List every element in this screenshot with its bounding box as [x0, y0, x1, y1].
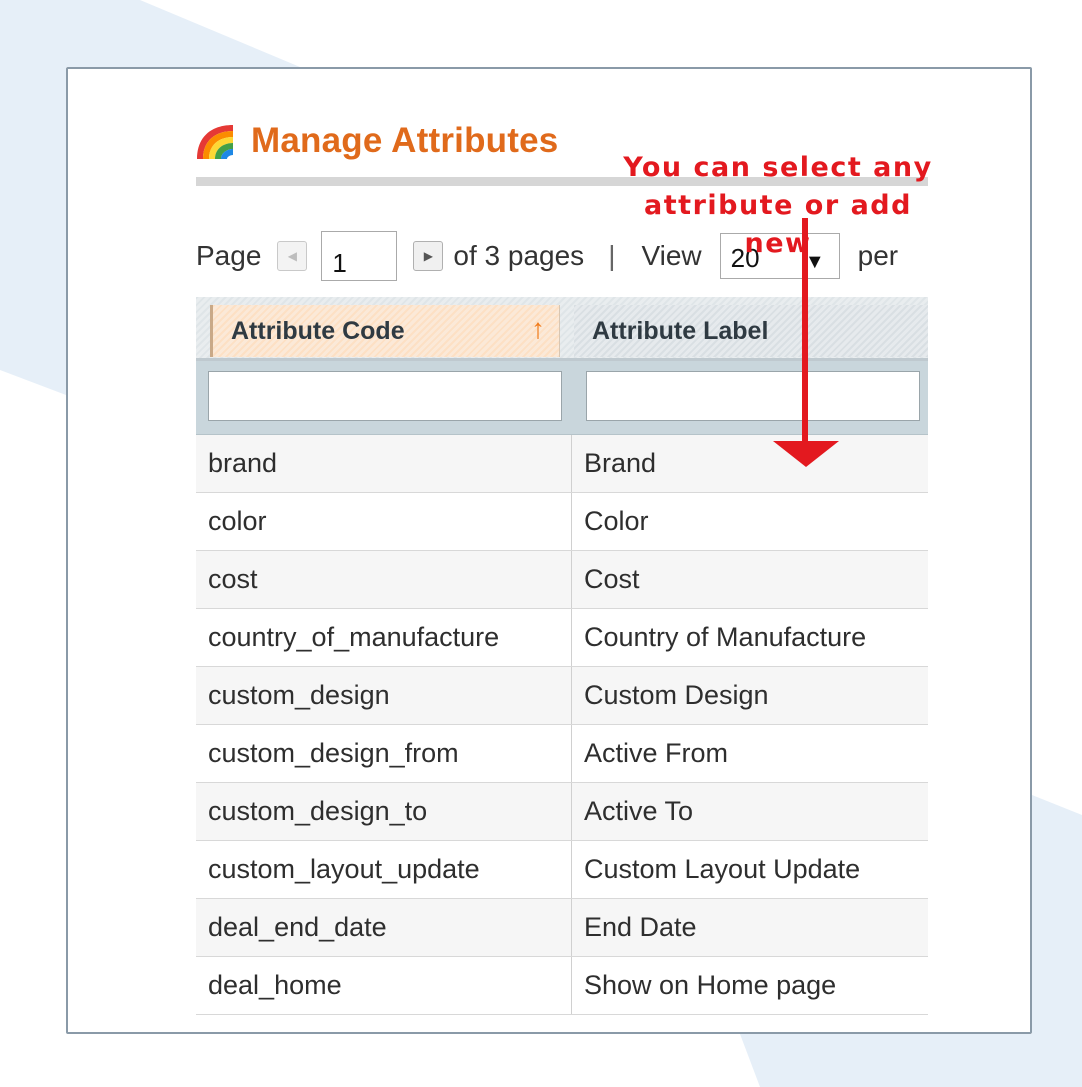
callout-arrow-line	[802, 218, 808, 453]
attribute-code-cell: custom_design	[196, 667, 572, 724]
attribute-label-cell: Show on Home page	[584, 970, 837, 1000]
column-header-attribute-label[interactable]: Attribute Label	[574, 305, 928, 357]
attribute-label-cell: End Date	[584, 912, 697, 942]
sort-ascending-icon: ↑	[531, 313, 545, 344]
attributes-grid: Attribute Code ↑ Attribute Label brand Br…	[196, 297, 928, 1015]
column-header-label: Attribute Code	[231, 316, 405, 345]
table-row[interactable]: deal_home Show on Home page	[196, 957, 928, 1015]
callout-line-2: attribute or add new	[644, 190, 912, 259]
attribute-code-filter[interactable]	[208, 371, 562, 421]
grid-body: brand Brand color Color cost Cost country_o…	[196, 435, 928, 1015]
page-header: Manage Attributes	[193, 117, 558, 165]
callout-annotation: You can select any attribute or add new	[608, 149, 948, 263]
page-title: Manage Attributes	[251, 121, 559, 160]
attribute-code-cell: deal_end_date	[196, 899, 572, 956]
page-number-input[interactable]	[321, 231, 398, 281]
page-label: Page	[196, 240, 262, 271]
callout-line-1: You can select any	[623, 152, 933, 183]
attribute-code-cell: color	[196, 493, 572, 550]
table-row[interactable]: custom_design_from Active From	[196, 725, 928, 783]
next-page-icon[interactable]: ▶	[413, 241, 444, 271]
rainbow-icon	[197, 125, 233, 159]
attribute-code-cell: custom_design_to	[196, 783, 572, 840]
attribute-code-cell: country_of_manufacture	[196, 609, 572, 666]
attribute-label-cell: Country of Manufacture	[584, 622, 867, 652]
filter-row	[196, 361, 928, 435]
attribute-label-cell: Custom Layout Update	[584, 854, 861, 884]
attribute-label-cell: Active To	[584, 796, 694, 826]
table-row[interactable]: custom_design_to Active To	[196, 783, 928, 841]
attribute-code-cell: brand	[196, 435, 572, 492]
attribute-label-cell: Cost	[584, 564, 640, 594]
grid-header: Attribute Code ↑ Attribute Label	[196, 297, 928, 361]
attribute-code-cell: custom_layout_update	[196, 841, 572, 898]
table-row[interactable]: deal_end_date End Date	[196, 899, 928, 957]
prev-page-icon[interactable]: ◀	[277, 241, 308, 271]
page-count-text: of 3 pages	[453, 240, 585, 271]
attribute-code-cell: custom_design_from	[196, 725, 572, 782]
column-header-attribute-code[interactable]: Attribute Code ↑	[210, 305, 560, 357]
admin-panel-card: Manage Attributes Page ◀ ▶ of 3 pages | …	[66, 67, 1032, 1034]
table-row[interactable]: cost Cost	[196, 551, 928, 609]
table-row[interactable]: custom_layout_update Custom Layout Update	[196, 841, 928, 899]
column-header-label: Attribute Label	[592, 316, 769, 345]
callout-arrow-head	[773, 441, 839, 467]
attribute-label-cell: Brand	[584, 448, 657, 478]
table-row[interactable]: custom_design Custom Design	[196, 667, 928, 725]
attribute-code-cell: deal_home	[196, 957, 572, 1014]
attribute-label-filter[interactable]	[586, 371, 920, 421]
attribute-label-cell: Custom Design	[584, 680, 769, 710]
attribute-code-cell: cost	[196, 551, 572, 608]
table-row[interactable]: country_of_manufacture Country of Manufac…	[196, 609, 928, 667]
table-row[interactable]: color Color	[196, 493, 928, 551]
attribute-label-cell: Color	[584, 506, 649, 536]
attribute-label-cell: Active From	[584, 738, 729, 768]
